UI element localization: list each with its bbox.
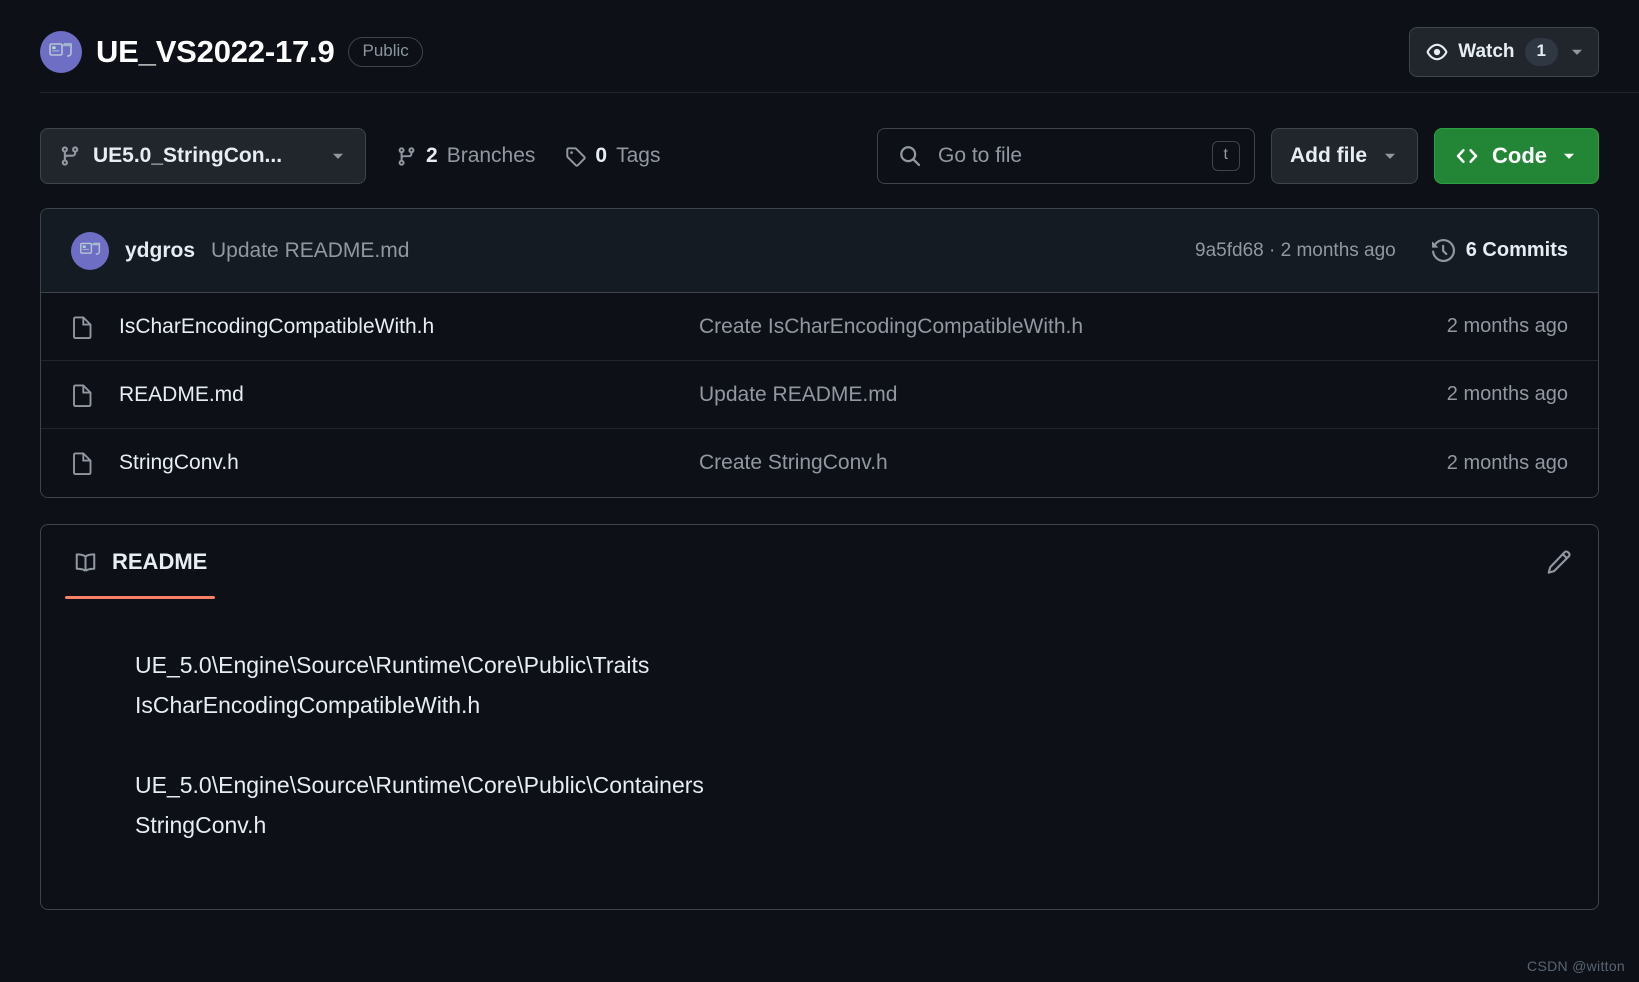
branch-selector[interactable]: UE5.0_StringCon... [40, 128, 366, 184]
file-icon [71, 315, 119, 339]
search-placeholder: Go to file [938, 144, 1196, 168]
file-icon [71, 451, 119, 475]
git-branch-icon [396, 146, 417, 167]
file-commit-time: 2 months ago [1447, 452, 1568, 475]
readme-tabbar: README [41, 525, 1598, 599]
search-shortcut-badge: t [1212, 141, 1240, 171]
commit-message[interactable]: Update README.md [211, 239, 409, 263]
tags-count: 0 [595, 144, 607, 168]
readme-line: UE_5.0\Engine\Source\Runtime\Core\Public… [135, 765, 1598, 805]
history-clock-icon [1432, 239, 1455, 262]
file-name-link[interactable]: StringConv.h [119, 451, 699, 475]
watch-button[interactable]: Watch 1 [1409, 27, 1599, 76]
header-actions: Watch 1 [1409, 27, 1599, 76]
watermark-text: CSDN @witton [1527, 958, 1625, 974]
file-icon [71, 383, 119, 407]
code-button[interactable]: Code [1434, 128, 1599, 184]
chevron-down-icon [1560, 147, 1578, 165]
latest-commit-bar: ydgros Update README.md 9a5fd68 · 2 mont… [41, 209, 1598, 293]
file-rows: IsCharEncodingCompatibleWith.h Create Is… [41, 293, 1598, 497]
add-file-label: Add file [1290, 144, 1367, 168]
eye-icon [1426, 41, 1448, 63]
file-commit-message[interactable]: Create StringConv.h [699, 451, 1447, 475]
table-row[interactable]: README.md Update README.md 2 months ago [41, 361, 1598, 429]
toolbar-actions: Go to file t Add file Code [877, 128, 1599, 184]
file-commit-message[interactable]: Update README.md [699, 383, 1447, 407]
file-name-link[interactable]: README.md [119, 383, 699, 407]
latest-commit-meta: 9a5fd68 · 2 months ago 6 Commits [1195, 239, 1568, 262]
add-file-button[interactable]: Add file [1271, 128, 1418, 184]
branches-label: Branches [447, 144, 536, 168]
file-commit-time: 2 months ago [1447, 315, 1568, 338]
commit-author-avatar-icon[interactable] [71, 232, 109, 270]
commit-hash-and-time[interactable]: 9a5fd68 · 2 months ago [1195, 240, 1396, 262]
branches-count: 2 [426, 144, 438, 168]
readme-panel: README UE_5.0\Engine\Source\Runtime\Core… [40, 524, 1599, 910]
commit-author-name[interactable]: ydgros [125, 239, 195, 263]
visibility-badge: Public [348, 37, 422, 66]
file-list-panel: ydgros Update README.md 9a5fd68 · 2 mont… [40, 208, 1599, 498]
tags-count-link[interactable]: 0 Tags [565, 144, 660, 168]
pencil-edit-icon[interactable] [1545, 549, 1572, 576]
code-brackets-icon [1455, 144, 1479, 168]
page-title[interactable]: UE_VS2022-17.9 [96, 34, 334, 70]
readme-paragraph-gap [135, 725, 1598, 765]
table-row[interactable]: StringConv.h Create StringConv.h 2 month… [41, 429, 1598, 497]
search-input[interactable]: Go to file t [877, 128, 1255, 184]
repository-page: UE_VS2022-17.9 Public Watch 1 [0, 0, 1639, 982]
chevron-down-icon [1568, 43, 1586, 61]
readme-line: IsCharEncodingCompatibleWith.h [135, 685, 1598, 725]
open-book-icon [73, 550, 98, 575]
watch-label: Watch [1458, 41, 1514, 63]
code-label: Code [1492, 143, 1547, 169]
tags-label: Tags [616, 144, 660, 168]
header-divider [40, 92, 1639, 93]
branches-count-link[interactable]: 2 Branches [396, 144, 535, 168]
chevron-down-icon [1381, 147, 1399, 165]
commits-count-label: 6 Commits [1466, 239, 1568, 262]
repository-header: UE_VS2022-17.9 Public Watch 1 [0, 0, 1639, 86]
file-commit-time: 2 months ago [1447, 383, 1568, 406]
chevron-down-icon [329, 147, 347, 165]
readme-line: StringConv.h [135, 805, 1598, 845]
file-commit-message[interactable]: Create IsCharEncodingCompatibleWith.h [699, 315, 1447, 339]
git-branch-icon [59, 145, 81, 167]
table-row[interactable]: IsCharEncodingCompatibleWith.h Create Is… [41, 293, 1598, 361]
readme-line: UE_5.0\Engine\Source\Runtime\Core\Public… [135, 645, 1598, 685]
watch-count-badge: 1 [1525, 38, 1558, 65]
repository-toolbar: UE5.0_StringCon... 2 Branches 0 [0, 128, 1639, 184]
commits-count-link[interactable]: 6 Commits [1432, 239, 1568, 262]
tab-readme[interactable]: README [55, 525, 225, 599]
search-icon [898, 144, 922, 168]
active-tab-underline [65, 596, 215, 599]
readme-tab-label: README [112, 549, 207, 575]
repo-owner-avatar-icon[interactable] [40, 31, 82, 73]
branch-name-label: UE5.0_StringCon... [93, 144, 317, 168]
file-name-link[interactable]: IsCharEncodingCompatibleWith.h [119, 315, 699, 339]
tag-icon [565, 146, 586, 167]
repository-title-group: UE_VS2022-17.9 Public [40, 31, 423, 73]
readme-content: UE_5.0\Engine\Source\Runtime\Core\Public… [41, 599, 1598, 845]
